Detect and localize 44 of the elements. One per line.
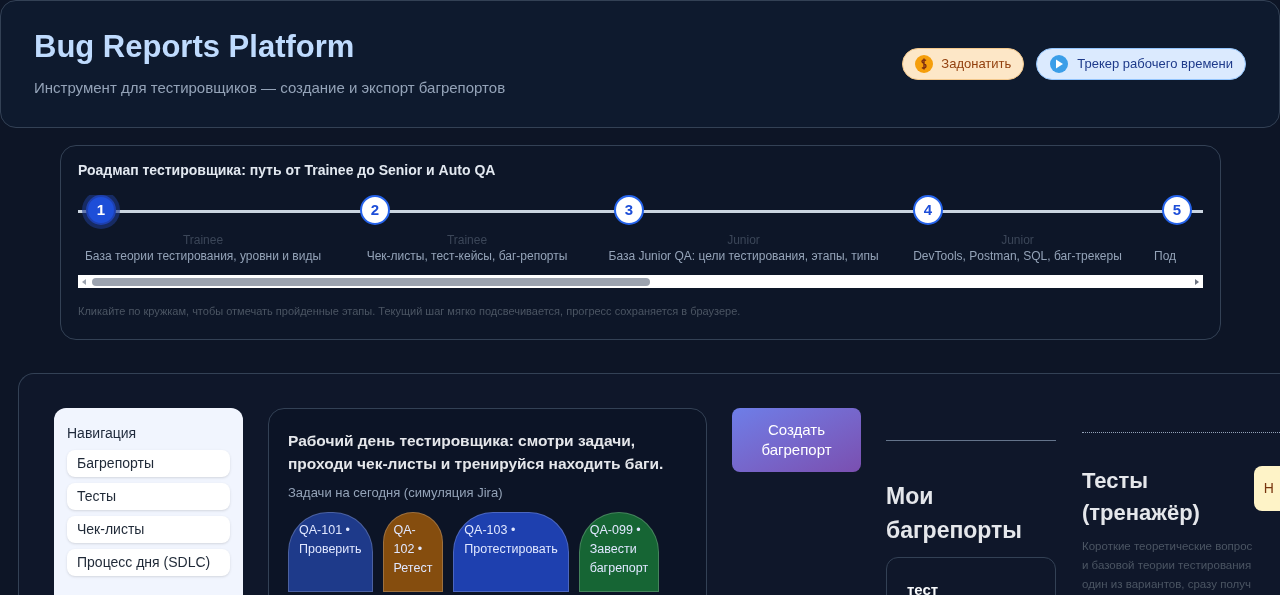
task-text: QA-099 • (589, 521, 642, 539)
nav-item[interactable]: Чек-листы (67, 516, 230, 543)
task-chip[interactable]: QA-103 • Протестировать (453, 511, 569, 592)
tracker-button[interactable]: Трекер рабочего времени (1036, 48, 1246, 80)
task-text: Протестировать (464, 540, 558, 558)
task-chip[interactable]: QA-101 • Проверить (288, 511, 373, 592)
coin-icon (915, 55, 934, 73)
workday-title: Рабочий день тестировщика: смотри задачи, проходи чек-листы и тренируйся находить баги. (288, 431, 665, 474)
nav-item[interactable]: Тесты (67, 483, 230, 510)
task-text: QA-103 • (464, 521, 517, 539)
task-text: 102 • (393, 540, 424, 558)
navigation-title: Навигация (67, 424, 138, 443)
task-text: Проверить (299, 540, 362, 558)
step-title: Под (1154, 248, 1177, 264)
report-card[interactable]: тест (886, 557, 1056, 595)
task-chip[interactable]: QA- 102 • Ретест (382, 511, 444, 592)
scroll-right-arrow-icon[interactable] (1193, 277, 1201, 286)
task-chip[interactable]: QA-099 • Завести багрепорт (578, 511, 660, 592)
tests-title: Тесты (тренажёр) (1082, 467, 1201, 527)
scroll-left-arrow-icon[interactable] (80, 277, 88, 286)
tests-description: Короткие теоретические вопрос и базовой теории тестирования один из вариантов, сразу получ (1082, 539, 1254, 592)
create-report-button[interactable]: Создать багрепорт (732, 408, 861, 472)
app-subtitle: Инструмент для тестировщиков — создание и экспорт багрепортов (34, 77, 506, 98)
nav-item[interactable]: Багрепорты (67, 450, 230, 477)
roadmap-hint: Кликайте по кружкам, чтобы отмечать пройденные этапы. Текущий шаг мягко подсвечивается, прогресс сохраняется в браузере. (78, 304, 742, 319)
step-title: Чек-листы, тест-кейсы, баг-репорты (366, 248, 568, 264)
step-title: База теории тестирования, уровни и виды (84, 248, 321, 264)
play-icon (1049, 54, 1070, 74)
roadmap-title: Роадмап тестировщика: путь от Trainee до Senior и Auto QA (78, 161, 497, 180)
tasks-subtitle: Задачи на сегодня (симуляция Jira) (288, 484, 504, 502)
step-title: База Junior QA: цели тестирования, этапы, типы (608, 248, 879, 264)
my-reports-title: Мои багрепорты (886, 482, 1023, 545)
app-title: Bug Reports Platform (34, 28, 356, 65)
scrollbar[interactable] (78, 275, 1203, 288)
report-title: тест (907, 581, 939, 595)
tests-button[interactable]: Н (1253, 466, 1280, 511)
step-title: DevTools, Postman, SQL, баг-трекеры (913, 248, 1122, 264)
donate-button[interactable]: Задонатить (902, 48, 1025, 80)
task-text: Завести (589, 540, 638, 558)
task-text: QA- (393, 521, 417, 539)
task-text: Ретест (393, 559, 433, 577)
task-text: QA-101 • (299, 521, 351, 539)
task-text: багрепорт (589, 559, 649, 577)
nav-item[interactable]: Процесс дня (SDLC) (67, 549, 230, 576)
